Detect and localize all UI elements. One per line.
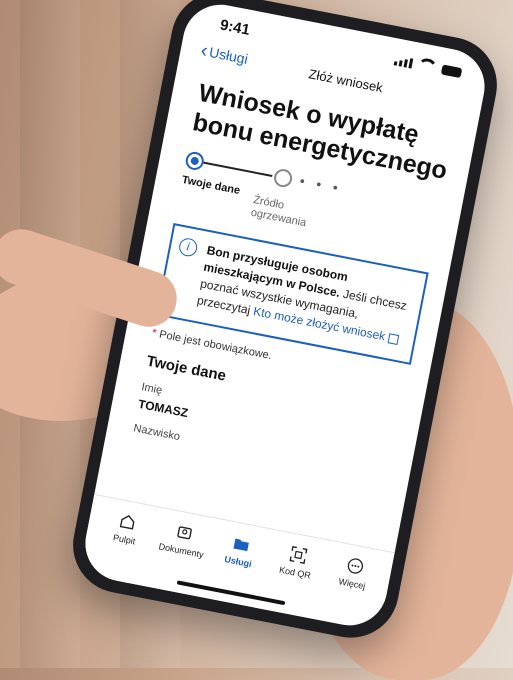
status-time: 9:41 [218, 16, 252, 39]
tab-kod-qr[interactable]: Kod QR [265, 541, 330, 583]
step-label-2: Źródło ogrzewania [250, 194, 333, 235]
tab-label: Dokumenty [157, 541, 205, 560]
info-icon: i [177, 236, 199, 258]
qr-code-icon [289, 545, 308, 565]
tab-pulpit[interactable]: Pulpit [94, 508, 159, 550]
battery-icon [440, 64, 463, 79]
step-more: • • • [298, 172, 344, 197]
tab-label: Kod QR [278, 564, 312, 581]
external-link-icon [387, 333, 400, 345]
home-icon [119, 514, 135, 530]
status-icons [393, 52, 463, 79]
id-card-icon [177, 526, 192, 540]
wifi-icon [416, 56, 439, 74]
tab-uslugi[interactable]: Usługi [208, 530, 273, 572]
form-content: Wniosek o wypłatę bonu energetycznego • … [132, 72, 458, 484]
signal-icon [393, 55, 414, 69]
tab-dokumenty[interactable]: Dokumenty [151, 519, 216, 561]
step-label-1: Twoje dane [180, 173, 242, 198]
home-indicator [176, 580, 286, 606]
step-connector [203, 161, 273, 178]
step-indicator-pending [272, 167, 294, 189]
more-icon [347, 558, 364, 574]
tab-label: Usługi [223, 554, 253, 570]
tab-wiecej[interactable]: Więcej [322, 552, 387, 594]
tab-label: Pulpit [112, 532, 137, 547]
tab-label: Więcej [337, 576, 367, 592]
folder-icon [233, 538, 249, 552]
step-indicator-active [184, 150, 206, 172]
